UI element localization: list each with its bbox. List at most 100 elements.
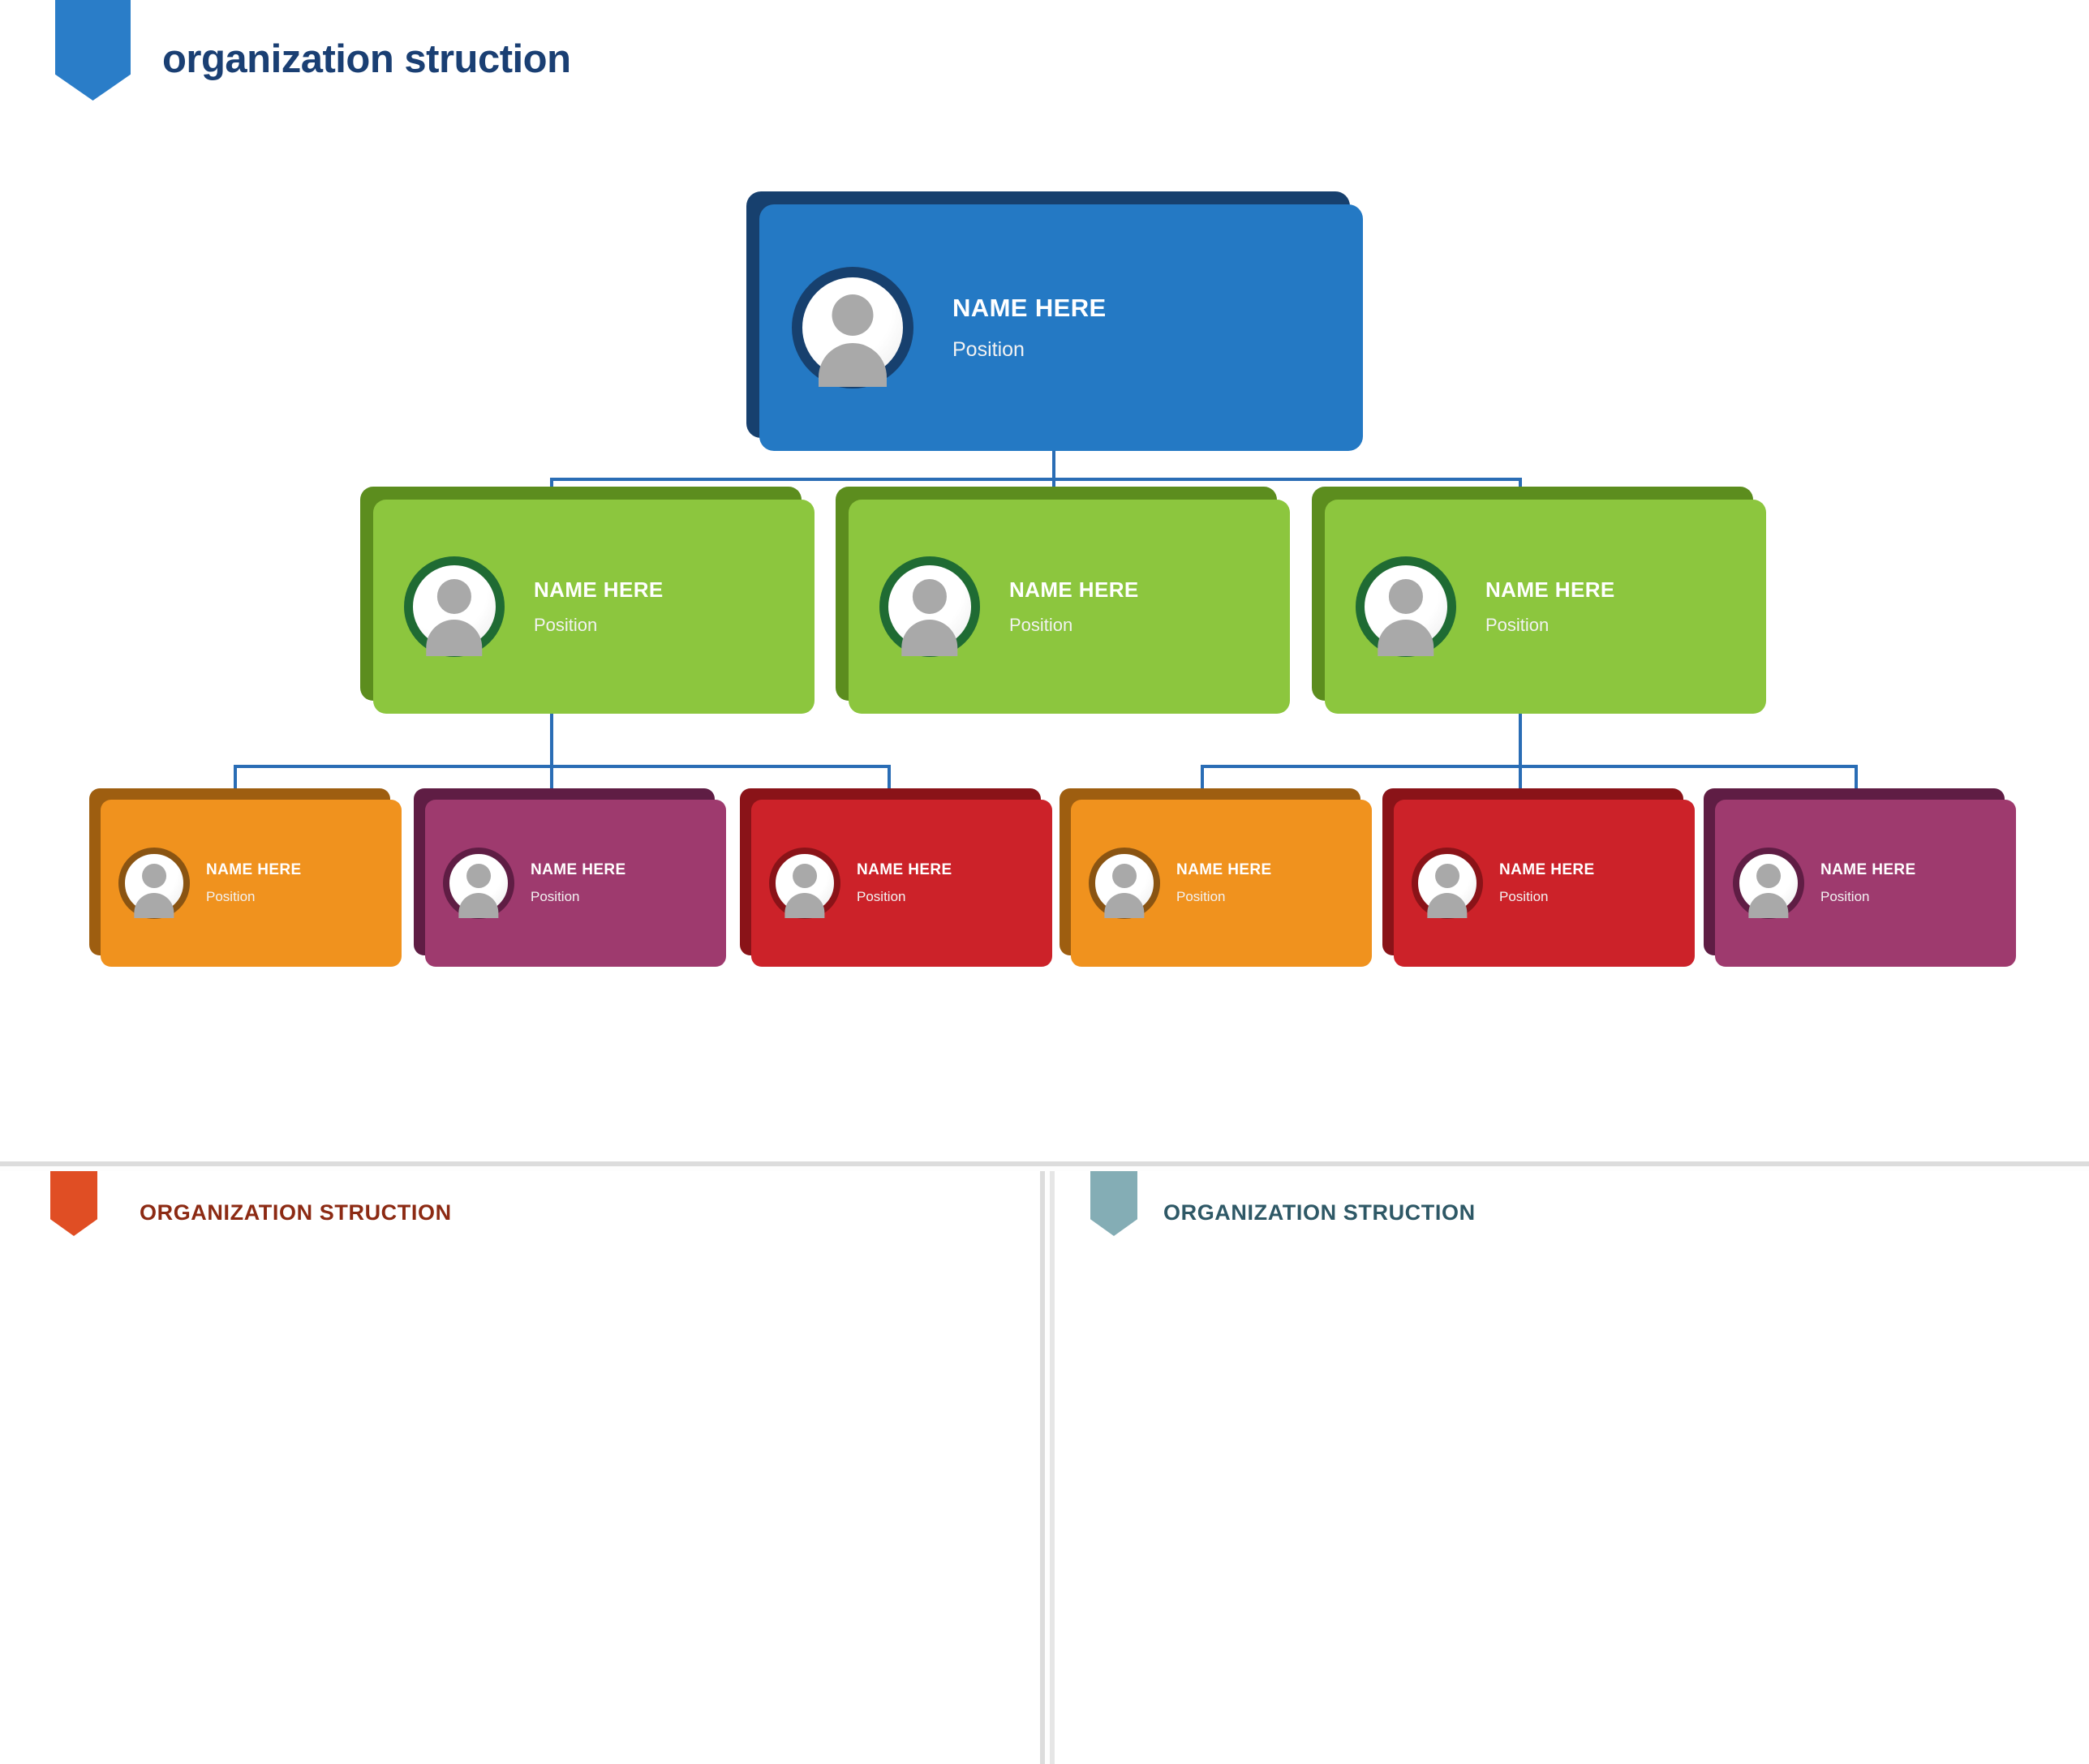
org-node-level2-1[interactable]: NAME HERE Position — [360, 487, 815, 714]
avatar-body-shape — [1378, 619, 1434, 656]
org-node-position: Position — [206, 888, 256, 904]
avatar-head-shape — [832, 294, 874, 336]
user-avatar-icon — [879, 556, 980, 657]
user-avatar-icon — [1733, 848, 1804, 919]
org-node-level3-3[interactable]: NAME HERE Position — [740, 788, 1052, 967]
connector-branch-right-horizontal — [1201, 765, 1858, 768]
org-node-position: Position — [1176, 888, 1226, 904]
ribbon-bookmark-icon — [55, 0, 131, 101]
connector-level3-drop-5 — [1519, 765, 1522, 789]
right-variant-panel: ORGANIZATION STRUCTION NAME HEREPosition… — [1050, 1171, 2089, 1764]
right-panel-title: ORGANIZATION STRUCTION — [1163, 1200, 1476, 1225]
connector-level3-drop-1 — [234, 765, 237, 789]
org-node-position: Position — [1485, 615, 1550, 636]
org-node-level3-4[interactable]: NAME HERE Position — [1060, 788, 1372, 967]
left-panel-title: ORGANIZATION STRUCTION — [140, 1200, 452, 1225]
org-node-card[interactable]: NAME HERE Position — [849, 500, 1290, 714]
connector-branch-left-horizontal — [234, 765, 891, 768]
org-node-name: NAME HERE — [1176, 861, 1272, 879]
avatar-body-shape — [1104, 892, 1145, 919]
org-node-text-block: NAME HERE Position — [1009, 577, 1139, 637]
connector-branch-right-vertical — [1519, 709, 1522, 766]
avatar-head-shape — [1388, 579, 1424, 614]
avatar-head-shape — [1112, 864, 1137, 889]
org-node-name: NAME HERE — [1009, 577, 1139, 602]
connector-level3-drop-4 — [1201, 765, 1204, 789]
panel-divider — [1050, 1171, 1055, 1764]
org-node-card[interactable]: NAME HERE Position — [1071, 800, 1372, 967]
org-node-text-block: NAME HERE Position — [1820, 861, 1916, 904]
avatar-body-shape — [1748, 892, 1789, 919]
connector-branch-left-vertical — [550, 709, 553, 766]
org-node-text-block: NAME HERE Position — [206, 861, 302, 904]
org-node-level3-5[interactable]: NAME HERE Position — [1382, 788, 1695, 967]
user-avatar-icon — [1412, 848, 1483, 919]
org-node-level2-2[interactable]: NAME HERE Position — [836, 487, 1290, 714]
avatar-head-shape — [912, 579, 948, 614]
connector-level3-drop-2 — [550, 765, 553, 789]
left-variant-panel: ORGANIZATION STRUCTION NAME HEREPosition… — [0, 1171, 1045, 1764]
avatar-body-shape — [1427, 892, 1468, 919]
avatar-head-shape — [466, 864, 491, 889]
org-node-card[interactable]: NAME HERE Position — [101, 800, 402, 967]
avatar-body-shape — [426, 619, 483, 656]
org-node-level3-1[interactable]: NAME HERE Position — [89, 788, 402, 967]
page-title: organization struction — [162, 37, 571, 81]
avatar-body-shape — [458, 892, 499, 919]
org-node-text-block: NAME HERE Position — [857, 861, 952, 904]
user-avatar-icon — [443, 848, 514, 919]
org-node-card[interactable]: NAME HERE Position — [1394, 800, 1695, 967]
org-node-text-block: NAME HERE Position — [1485, 577, 1615, 637]
org-node-name: NAME HERE — [1499, 861, 1595, 879]
avatar-head-shape — [436, 579, 472, 614]
avatar-body-shape — [819, 343, 887, 387]
avatar-head-shape — [1756, 864, 1781, 889]
org-node-position: Position — [531, 888, 580, 904]
org-node-card[interactable]: NAME HERE Position — [751, 800, 1052, 967]
org-node-card[interactable]: NAME HERE Position — [373, 500, 815, 714]
ribbon-bookmark-icon — [1090, 1171, 1137, 1236]
connector-level3-drop-3 — [888, 765, 891, 789]
ribbon-bookmark-icon — [50, 1171, 97, 1236]
org-node-card[interactable]: NAME HERE Position — [1715, 800, 2016, 967]
org-node-position: Position — [534, 615, 598, 636]
org-node-level3-2[interactable]: NAME HERE Position — [414, 788, 726, 967]
org-node-position: Position — [952, 337, 1025, 361]
org-node-position: Position — [857, 888, 906, 904]
org-node-level3-6[interactable]: NAME HERE Position — [1704, 788, 2016, 967]
org-node-name: NAME HERE — [534, 577, 664, 602]
user-avatar-icon — [769, 848, 840, 919]
org-node-position: Position — [1009, 615, 1073, 636]
user-avatar-icon — [1089, 848, 1160, 919]
org-node-text-block: NAME HERE Position — [1499, 861, 1595, 904]
user-avatar-icon — [1356, 556, 1456, 657]
org-node-name: NAME HERE — [952, 294, 1107, 323]
user-avatar-icon — [118, 848, 190, 919]
org-node-name: NAME HERE — [857, 861, 952, 879]
org-node-text-block: NAME HERE Position — [534, 577, 664, 637]
org-chart-slide-deck: organization struction NAME HERE Position… — [0, 0, 2089, 1764]
connector-level2-horizontal — [550, 478, 1522, 481]
org-node-card[interactable]: NAME HERE Position — [425, 800, 726, 967]
user-avatar-icon — [792, 267, 913, 388]
avatar-head-shape — [793, 864, 817, 889]
org-node-root[interactable]: NAME HERE Position — [746, 191, 1363, 451]
org-node-position: Position — [1820, 888, 1870, 904]
org-node-text-block: NAME HERE Position — [952, 294, 1107, 362]
avatar-body-shape — [784, 892, 825, 919]
org-node-card[interactable]: NAME HERE Position — [1325, 500, 1766, 714]
main-org-chart-panel: organization struction NAME HERE Position… — [0, 0, 2089, 1166]
org-node-name: NAME HERE — [1485, 577, 1615, 602]
org-node-level2-3[interactable]: NAME HERE Position — [1312, 487, 1766, 714]
connector-level3-drop-6 — [1855, 765, 1858, 789]
user-avatar-icon — [404, 556, 505, 657]
avatar-body-shape — [901, 619, 958, 656]
org-node-text-block: NAME HERE Position — [1176, 861, 1272, 904]
avatar-head-shape — [1435, 864, 1459, 889]
org-node-text-block: NAME HERE Position — [531, 861, 626, 904]
org-node-name: NAME HERE — [531, 861, 626, 879]
avatar-body-shape — [134, 892, 174, 919]
avatar-head-shape — [142, 864, 166, 889]
org-node-name: NAME HERE — [1820, 861, 1916, 879]
org-node-card[interactable]: NAME HERE Position — [759, 204, 1363, 451]
